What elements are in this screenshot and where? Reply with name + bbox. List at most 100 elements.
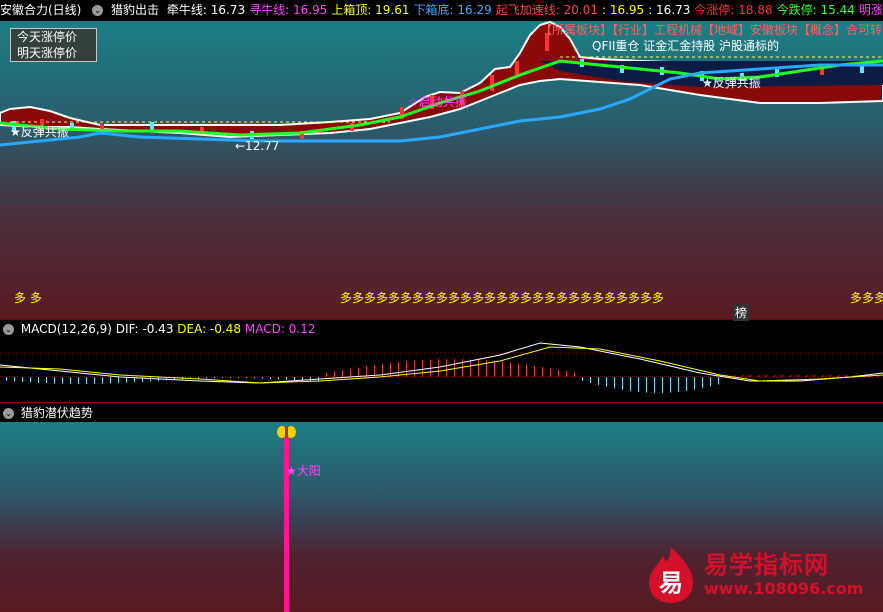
macd-dif: DIF: -0.43 <box>115 322 174 336</box>
price-chart[interactable] <box>0 21 883 319</box>
macd-bar <box>566 371 567 377</box>
macd-bar <box>662 377 663 393</box>
collapse-icon[interactable]: ⌄ <box>3 408 14 419</box>
macd-bar <box>278 377 279 380</box>
macd-bar <box>14 377 15 382</box>
macd-bar <box>294 377 295 381</box>
macd-bar <box>766 375 767 377</box>
indicator-value-0: 牵牛线: 16.73 <box>166 3 246 17</box>
macd-bar <box>102 377 103 384</box>
macd-bar <box>254 377 255 379</box>
macd-bar <box>630 377 631 392</box>
macd-bar <box>414 360 415 377</box>
macd-bar <box>574 372 575 377</box>
macd-bar <box>830 375 831 377</box>
rebound-label-right: ★反弹共振 <box>702 76 761 90</box>
macd-value: MACD: 0.12 <box>244 322 316 336</box>
macd-bar <box>638 377 639 393</box>
rebound-label-left: ★反弹共振 <box>10 125 69 139</box>
macd-bar <box>462 359 463 377</box>
indicator-value-2: 上箱顶: 19.61 <box>331 3 410 17</box>
macd-bar <box>22 377 23 382</box>
macd-bar <box>54 377 55 384</box>
macd-bar <box>118 377 119 384</box>
macd-bar <box>454 359 455 377</box>
panel-divider <box>0 319 883 320</box>
collapse-icon[interactable]: ⌄ <box>92 5 104 16</box>
macd-bar <box>334 371 335 377</box>
macd-bar <box>502 361 503 377</box>
macd-bar <box>326 373 327 377</box>
watermark-title: 易学指标网 <box>704 551 829 579</box>
macd-bar <box>758 375 759 377</box>
macd-bar <box>598 377 599 385</box>
star-icon: ★ <box>702 76 713 90</box>
big-yang-label: ★大阳 <box>286 464 321 478</box>
macd-bar <box>558 369 559 377</box>
left-marker: 多 多 <box>14 291 42 305</box>
macd-bar <box>126 377 127 383</box>
indicator-value-9: 明涨停: 19.09 <box>858 3 883 17</box>
macd-bar <box>678 377 679 392</box>
main-chart-panel[interactable]: 今天涨停价 明天涨停价 【所属板块】【行业】工程机械【地域】安徽板块【概念】合可… <box>0 21 883 319</box>
macd-bar <box>310 377 311 382</box>
stock-name[interactable]: 安徽合力(日线) <box>0 3 81 17</box>
sector-tags: 【所属板块】【行业】工程机械【地域】安徽板块【概念】合可转 <box>540 23 883 37</box>
today-limit-label: 今天涨停价 <box>17 30 78 44</box>
macd-bar <box>422 359 423 377</box>
macd-bar <box>750 375 751 377</box>
macd-bar <box>70 377 71 384</box>
macd-bar <box>702 377 703 389</box>
indicator-value-3: 下箱底: 16.29 <box>413 3 492 17</box>
macd-bar <box>622 377 623 390</box>
macd-bar <box>718 377 719 385</box>
indicator-name[interactable]: 猎豹出击 <box>111 3 159 17</box>
macd-title[interactable]: MACD(12,26,9) <box>21 322 112 336</box>
macd-bar <box>606 377 607 387</box>
macd-bar <box>94 377 95 384</box>
watermark-url: www.108096.com <box>704 579 864 598</box>
macd-bar <box>822 375 823 377</box>
macd-bar <box>798 375 799 377</box>
macd-bar <box>550 368 551 377</box>
macd-bar <box>110 377 111 384</box>
macd-panel[interactable] <box>0 337 883 402</box>
macd-bar <box>206 377 207 379</box>
start-resonance-label: ☆启动共振 <box>408 95 467 109</box>
right-marker: 多多多 <box>850 291 883 305</box>
macd-bar <box>214 377 215 379</box>
macd-bar <box>438 359 439 377</box>
macd-bar <box>494 360 495 377</box>
macd-bar <box>78 377 79 384</box>
trend-header: ⌄ 猎豹潜伏趋势 <box>0 404 883 422</box>
macd-bar <box>790 375 791 377</box>
macd-bar <box>518 363 519 377</box>
macd-bar <box>838 375 839 377</box>
macd-bar <box>358 367 359 377</box>
macd-bar <box>470 359 471 377</box>
macd-bar <box>710 377 711 387</box>
macd-bar <box>582 377 583 381</box>
macd-bar <box>286 377 287 380</box>
macd-bar <box>270 377 271 379</box>
collapse-icon[interactable]: ⌄ <box>3 324 14 335</box>
macd-bar <box>590 377 591 383</box>
macd-bar <box>38 377 39 383</box>
macd-header: ⌄ MACD(12,26,9) DIF: -0.43 DEA: -0.48 MA… <box>0 321 883 337</box>
macd-bar <box>654 377 655 393</box>
indicator-value-8: 今跌停: 15.44 <box>776 3 855 17</box>
indicator-value-4: 起飞加速线: 20.01 <box>495 3 598 17</box>
macd-bar <box>238 377 239 379</box>
trend-title[interactable]: 猎豹潜伏趋势 <box>21 406 93 420</box>
middle-marker: 多多多多多多多多多多多多多多多多多多多多多多多多多多多 <box>340 291 665 305</box>
flame-logo-icon: 易 <box>649 547 693 603</box>
macd-bar <box>6 377 7 381</box>
macd-bar <box>646 377 647 393</box>
watermark: 易 易学指标网 www.108096.com <box>640 543 880 609</box>
macd-bar <box>222 377 223 379</box>
macd-bar <box>670 377 671 393</box>
macd-bar <box>390 362 391 377</box>
macd-bar <box>774 375 775 377</box>
macd-chart[interactable] <box>0 337 883 402</box>
tomorrow-limit-label: 明天涨停价 <box>17 46 78 60</box>
